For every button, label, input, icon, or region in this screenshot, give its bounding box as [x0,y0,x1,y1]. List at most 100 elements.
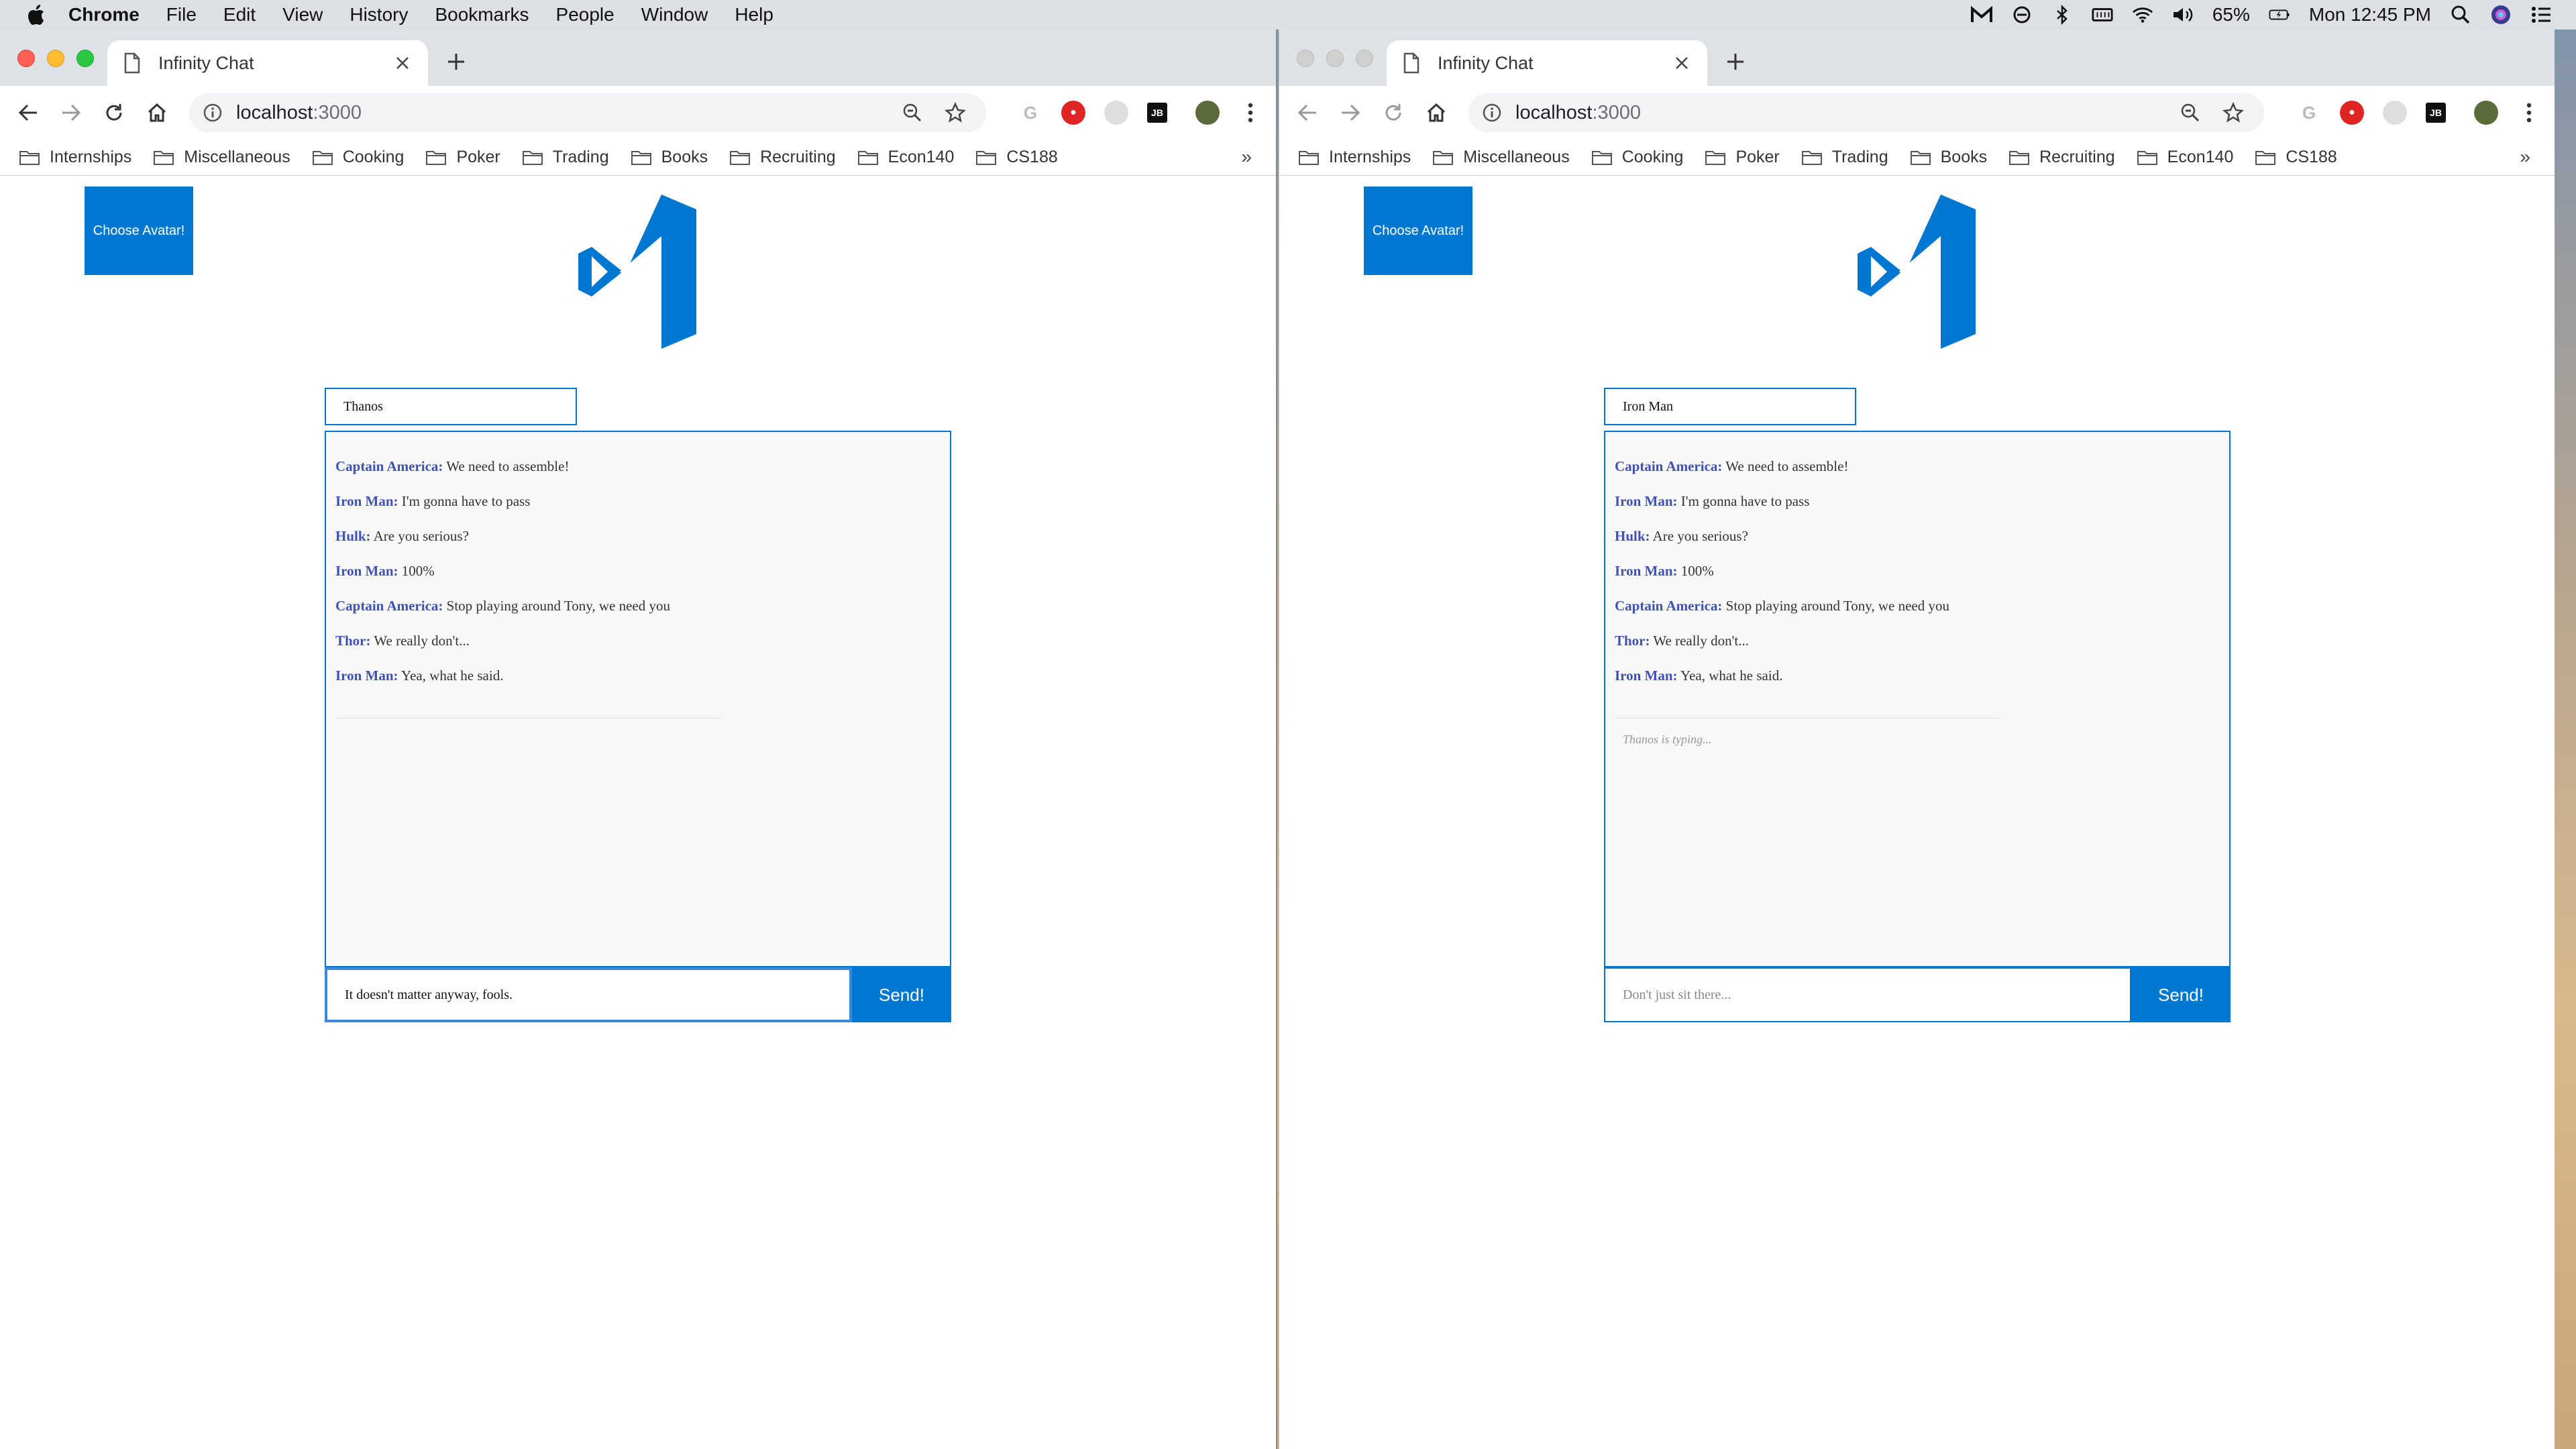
info-icon[interactable] [1482,103,1502,123]
spotlight-search-icon[interactable] [2450,4,2471,25]
back-icon[interactable] [1293,98,1322,127]
window-minimize-button[interactable] [47,50,64,67]
tab-title: Infinity Chat [1438,52,1534,73]
bookmark-folder[interactable]: Recruiting [729,148,836,167]
google-extension-icon[interactable]: G [1018,101,1042,125]
plus-icon[interactable] [1723,50,1748,74]
chat-log[interactable]: Captain America: We need to assemble! Ir… [1604,431,2231,967]
url-text[interactable]: localhost:3000 [236,102,900,124]
window-minimize-button[interactable] [1326,50,1344,67]
bookmark-folder[interactable]: Cooking [312,148,404,167]
bookmark-folder[interactable]: Trading [522,148,609,167]
star-icon[interactable] [943,101,967,125]
wifi-icon[interactable] [2132,4,2153,25]
message-input[interactable] [1604,967,2131,1022]
jetbrains-icon[interactable]: JB [1147,103,1167,123]
more-menu-icon[interactable] [2517,101,2541,125]
apple-icon[interactable] [27,3,47,26]
menu-help[interactable]: Help [735,4,773,25]
forward-icon[interactable] [56,98,86,127]
battery-icon[interactable] [2269,4,2290,25]
message-input[interactable] [325,967,852,1022]
url-text[interactable]: localhost:3000 [1515,102,2178,124]
bookmarks-overflow-button[interactable]: » [1241,146,1252,168]
reload-icon[interactable] [99,98,129,127]
bluetooth-icon[interactable] [2051,4,2073,25]
home-icon[interactable] [1421,98,1451,127]
bookmark-folder[interactable]: CS188 [975,148,1058,167]
window-close-button[interactable] [1297,50,1314,67]
chat-log[interactable]: Captain America: We need to assemble! Ir… [325,431,951,967]
menu-people[interactable]: People [556,4,614,25]
address-bar[interactable]: localhost:3000 [1468,93,2264,132]
bookmark-folder[interactable]: Miscellaneous [1432,148,1570,167]
mail-icon[interactable] [1970,4,1992,25]
close-icon[interactable] [393,54,412,72]
circle-extension-icon[interactable] [1104,101,1128,125]
close-icon[interactable] [1672,54,1691,72]
zoom-icon[interactable] [2178,101,2202,125]
choose-avatar-button[interactable]: Choose Avatar! [85,186,193,275]
send-button[interactable]: Send! [2131,967,2231,1022]
zoom-icon[interactable] [900,101,924,125]
send-button[interactable]: Send! [852,967,951,1022]
reload-icon[interactable] [1379,98,1408,127]
circle-extension-icon[interactable] [2383,101,2407,125]
bookmark-folder[interactable]: Miscellaneous [153,148,290,167]
tab-infinity-chat[interactable]: Infinity Chat [1387,40,1707,86]
bookmark-folder[interactable]: Recruiting [2008,148,2115,167]
bookmark-folder[interactable]: Internships [19,148,131,167]
menubar-clock[interactable]: Mon 12:45 PM [2309,4,2431,25]
username-field[interactable] [325,388,577,425]
siri-icon[interactable] [2490,4,2512,25]
menu-app-name[interactable]: Chrome [68,4,140,25]
jetbrains-icon[interactable]: JB [2426,103,2446,123]
info-icon[interactable] [203,103,223,123]
memory-icon[interactable] [2092,4,2113,25]
bookmark-folder[interactable]: Internships [1298,148,1411,167]
folder-icon [1299,150,1319,165]
bookmark-folder[interactable]: Books [1910,148,1987,167]
volume-icon[interactable] [2172,4,2194,25]
folder-icon [631,150,651,165]
bookmark-folder[interactable]: Econ140 [2137,148,2233,167]
window-maximize-button[interactable] [76,50,94,67]
menu-file[interactable]: File [166,4,197,25]
bookmark-folder[interactable]: Poker [425,148,500,167]
bookmark-folder[interactable]: CS188 [2255,148,2337,167]
menu-bookmarks[interactable]: Bookmarks [435,4,529,25]
choose-avatar-button[interactable]: Choose Avatar! [1364,186,1472,275]
username-field[interactable] [1604,388,1856,425]
bookmark-folder[interactable]: Trading [1801,148,1888,167]
adblock-icon[interactable]: ● [2340,101,2364,125]
address-bar[interactable]: localhost:3000 [189,93,986,132]
list-item: Iron Man: Yea, what he said. [1615,667,1783,684]
bookmarks-bar: Internships Miscellaneous Cooking Poker … [0,140,1276,176]
home-icon[interactable] [142,98,172,127]
window-close-button[interactable] [17,50,35,67]
back-icon[interactable] [13,98,43,127]
bookmark-folder[interactable]: Econ140 [857,148,954,167]
bookmark-folder[interactable]: Cooking [1591,148,1683,167]
star-icon[interactable] [2221,101,2245,125]
tab-infinity-chat[interactable]: Infinity Chat [107,40,428,86]
adblock-icon[interactable]: ● [1061,101,1085,125]
profile-avatar[interactable] [1195,101,1220,125]
menu-history[interactable]: History [350,4,408,25]
sync-icon[interactable] [2011,4,2033,25]
profile-avatar[interactable] [2474,101,2498,125]
bookmark-folder[interactable]: Books [631,148,708,167]
bookmark-folder[interactable]: Poker [1705,148,1780,167]
forward-icon[interactable] [1336,98,1365,127]
window-maximize-button[interactable] [1356,50,1373,67]
bookmarks-overflow-button[interactable]: » [2520,146,2530,168]
plus-icon[interactable] [444,50,468,74]
menu-edit[interactable]: Edit [223,4,256,25]
google-extension-icon[interactable]: G [2297,101,2321,125]
page-icon [124,52,140,74]
folder-icon [522,150,543,165]
menu-view[interactable]: View [282,4,323,25]
more-menu-icon[interactable] [1238,101,1263,125]
menu-window[interactable]: Window [641,4,708,25]
notification-center-icon[interactable] [2530,4,2552,25]
